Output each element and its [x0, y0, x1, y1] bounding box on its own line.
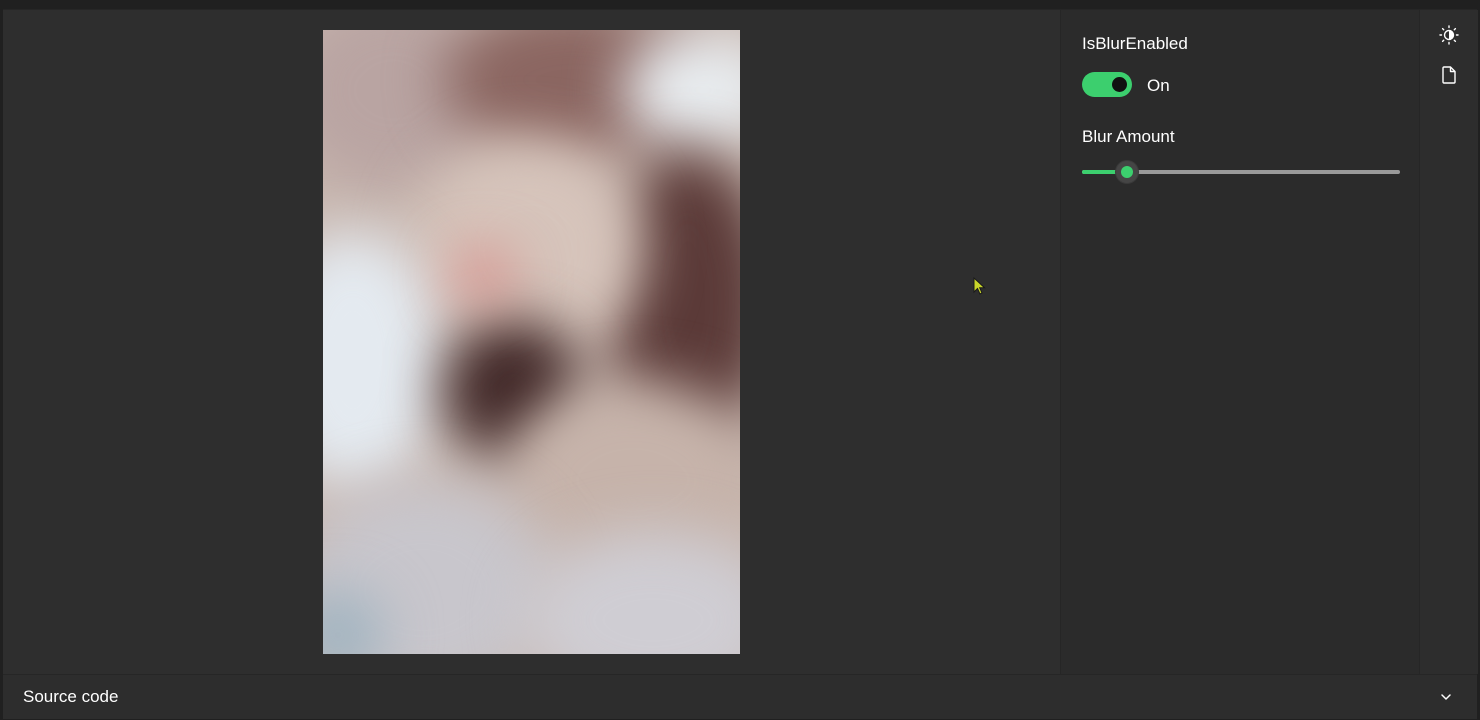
blur-amount-slider[interactable]: [1082, 160, 1400, 184]
sample-content-area: [3, 10, 1060, 674]
chevron-down-icon[interactable]: [1439, 690, 1453, 704]
blur-toggle-switch[interactable]: [1082, 72, 1132, 97]
theme-toggle-icon: [1439, 25, 1459, 45]
slider-thumb[interactable]: [1115, 160, 1139, 184]
toggle-knob: [1112, 77, 1127, 92]
app-window: IsBlurEnabled On Blur Amount Source code: [3, 9, 1478, 719]
blur-toggle-label: IsBlurEnabled: [1082, 34, 1188, 53]
blurred-image: [323, 30, 740, 654]
source-code-expander[interactable]: Source code: [3, 674, 1477, 719]
blur-toggle-state: On: [1147, 76, 1170, 95]
source-code-label: Source code: [23, 687, 119, 706]
mouse-cursor-icon: [973, 277, 986, 295]
theme-toggle-button[interactable]: [1433, 19, 1465, 51]
options-panel: IsBlurEnabled On Blur Amount: [1060, 10, 1419, 674]
view-source-button[interactable]: [1433, 59, 1465, 91]
blur-amount-label: Blur Amount: [1082, 127, 1175, 146]
document-icon: [1442, 66, 1456, 84]
side-toolbar: [1419, 10, 1478, 674]
